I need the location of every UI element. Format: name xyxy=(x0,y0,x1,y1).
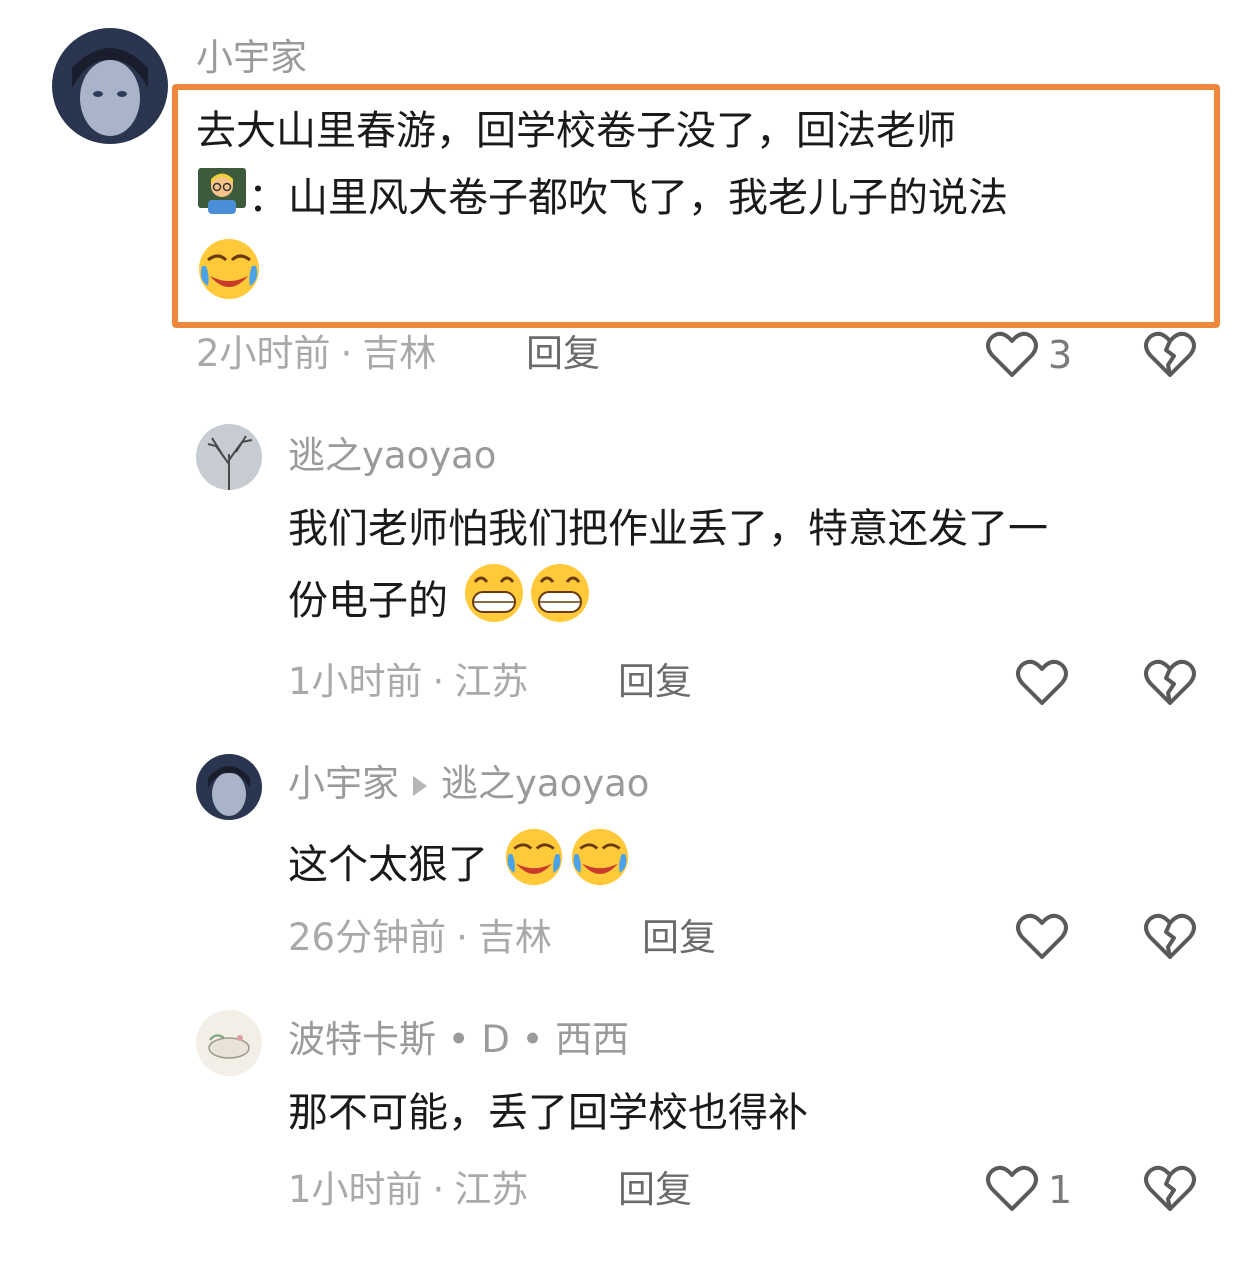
comment-time: 1小时前 xyxy=(288,660,423,703)
comment-location: 江苏 xyxy=(454,660,529,703)
comment-author[interactable]: 小宇家 xyxy=(288,762,399,805)
avatar[interactable] xyxy=(196,424,262,490)
dislike-broken-heart-icon[interactable] xyxy=(1142,912,1198,962)
comment-text-line: 份电子的 xyxy=(288,562,1228,644)
comment-text-segment: 这个太狠了 xyxy=(288,842,488,888)
laughing-crying-emoji-icon xyxy=(196,236,262,322)
comment-author[interactable]: 波特卡斯 • D • 西西 xyxy=(288,1018,629,1062)
reply-button[interactable]: 回复 xyxy=(618,660,692,704)
comment-text: 去大山里春游，回学校卷子没了，回法老师 ：山里风大卷子都吹飞了，我老儿子的说法 xyxy=(196,98,1206,322)
meta-separator: · xyxy=(456,916,468,959)
dislike-broken-heart-icon[interactable] xyxy=(1142,330,1198,380)
comment-author-line: 小宇家 逃之yaoyao xyxy=(288,762,649,806)
comment-text-segment: 份电子的 xyxy=(288,578,448,624)
laughing-crying-emoji-icon xyxy=(567,826,633,908)
like-count: 1 xyxy=(1048,1168,1073,1212)
comment-text: 我们老师怕我们把作业丢了，特意还发了一 份电子的 xyxy=(288,496,1228,644)
like-heart-icon[interactable] xyxy=(984,1164,1040,1214)
comment-text-line: 我们老师怕我们把作业丢了，特意还发了一 xyxy=(288,506,1048,552)
laughing-crying-emoji-icon xyxy=(501,826,567,908)
comment-meta: 1小时前 · 江苏 xyxy=(288,660,528,704)
reply-button[interactable]: 回复 xyxy=(526,332,600,376)
comment-text: 这个太狠了 xyxy=(288,826,1228,908)
like-heart-icon[interactable] xyxy=(1014,658,1070,708)
comment-text-line: 那不可能，丢了回学校也得补 xyxy=(288,1090,808,1136)
comment-meta: 1小时前 · 江苏 xyxy=(288,1168,528,1212)
comment-meta: 2小时前 · 吉林 xyxy=(196,332,436,376)
avatar[interactable] xyxy=(196,1010,262,1076)
meta-separator: · xyxy=(432,1168,445,1211)
comment-time: 26分钟前 xyxy=(288,916,447,959)
reply-to-author[interactable]: 逃之yaoyao xyxy=(441,762,649,805)
meta-separator: · xyxy=(340,332,353,375)
teacher-emoji-icon xyxy=(196,164,248,236)
comment-text-line: ：山里风大卷子都吹飞了，我老儿子的说法 xyxy=(196,164,1206,236)
comment-author[interactable]: 小宇家 xyxy=(196,36,307,80)
comment-text-line: 去大山里春游，回学校卷子没了，回法老师 xyxy=(196,108,956,154)
like-heart-icon[interactable] xyxy=(1014,912,1070,962)
comment-time: 2小时前 xyxy=(196,332,331,375)
comment-text-line: 这个太狠了 xyxy=(288,826,1228,908)
meta-separator: · xyxy=(432,660,445,703)
comment-location: 吉林 xyxy=(477,916,552,959)
comment-time: 1小时前 xyxy=(288,1168,423,1211)
reply-button[interactable]: 回复 xyxy=(618,1168,692,1212)
comment-author[interactable]: 逃之yaoyao xyxy=(288,434,496,478)
avatar[interactable] xyxy=(196,754,262,820)
comment-location: 吉林 xyxy=(362,332,437,375)
dislike-broken-heart-icon[interactable] xyxy=(1142,1164,1198,1214)
grinning-emoji-icon xyxy=(527,562,593,644)
comment-meta: 26分钟前 · 吉林 xyxy=(288,916,552,960)
comment-text-line xyxy=(196,236,1206,322)
reply-button[interactable]: 回复 xyxy=(642,916,716,960)
comment-text: 那不可能，丢了回学校也得补 xyxy=(288,1080,1228,1146)
grinning-emoji-icon xyxy=(461,562,527,644)
dislike-broken-heart-icon[interactable] xyxy=(1142,658,1198,708)
avatar[interactable] xyxy=(52,28,168,144)
like-heart-icon[interactable] xyxy=(984,330,1040,380)
reply-arrow-icon xyxy=(413,775,427,796)
comment-location: 江苏 xyxy=(454,1168,529,1211)
comment-text-segment: ：山里风大卷子都吹飞了，我老儿子的说法 xyxy=(248,175,1008,221)
like-count: 3 xyxy=(1048,333,1073,377)
